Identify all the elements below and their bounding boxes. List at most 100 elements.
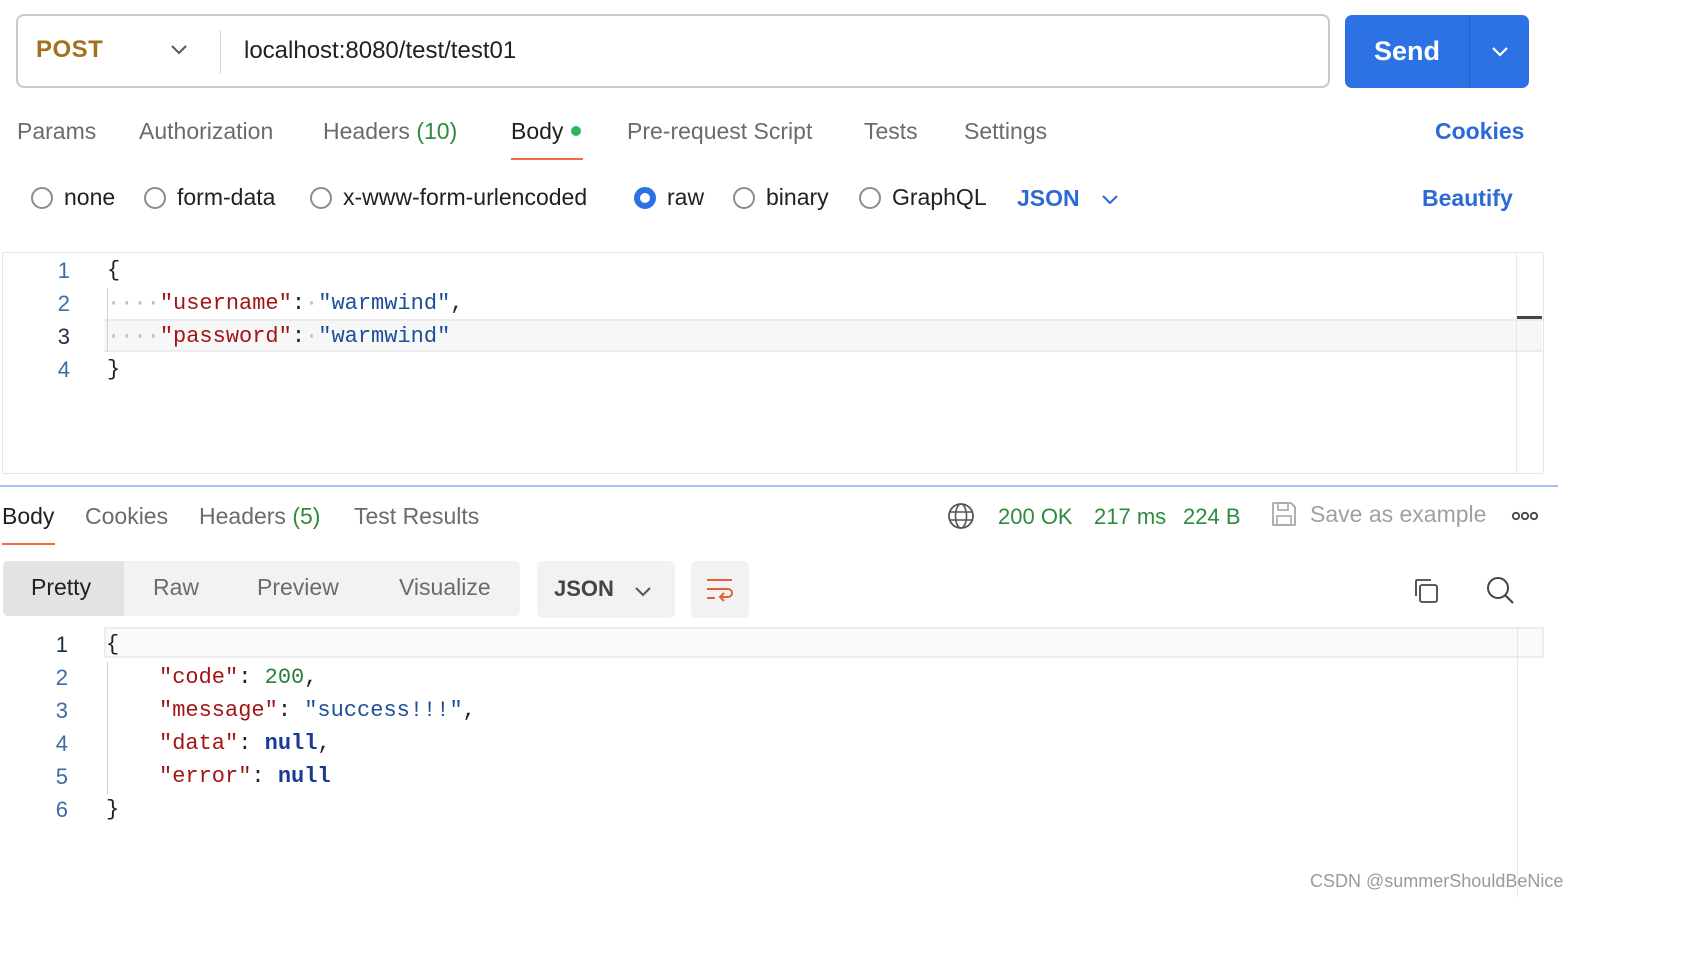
search-icon[interactable] bbox=[1484, 574, 1516, 606]
response-tab-test-results[interactable]: Test Results bbox=[354, 503, 479, 530]
radio-binary-label: binary bbox=[766, 184, 829, 210]
view-pretty[interactable]: Pretty bbox=[31, 574, 91, 601]
tab-settings[interactable]: Settings bbox=[964, 118, 1047, 145]
line-number: 3 bbox=[55, 698, 68, 723]
response-tab-cookies[interactable]: Cookies bbox=[85, 503, 168, 530]
globe-icon[interactable] bbox=[946, 501, 976, 531]
json-key: "error" bbox=[159, 764, 252, 789]
view-preview[interactable]: Preview bbox=[257, 574, 339, 601]
code-line-code: "code": 200, bbox=[159, 665, 318, 690]
view-raw[interactable]: Raw bbox=[153, 574, 199, 601]
indent-guide bbox=[107, 662, 108, 794]
radio-raw[interactable]: raw bbox=[634, 184, 704, 211]
json-string: "success!!!" bbox=[304, 698, 463, 723]
beautify-button[interactable]: Beautify bbox=[1422, 185, 1513, 212]
radio-urlencoded-label: x-www-form-urlencoded bbox=[343, 184, 588, 210]
code-brace-open: { bbox=[106, 632, 120, 657]
radio-form-data-label: form-data bbox=[177, 184, 276, 210]
tab-headers[interactable]: Headers (10) bbox=[323, 118, 457, 145]
radio-circle-icon bbox=[859, 186, 881, 209]
line-number: 5 bbox=[55, 764, 68, 789]
tab-authorization[interactable]: Authorization bbox=[139, 118, 273, 145]
headers-count: (10) bbox=[416, 118, 458, 144]
code-brace-open: { bbox=[107, 258, 121, 283]
line-number: 4 bbox=[55, 731, 68, 756]
line-number: 2 bbox=[57, 291, 70, 316]
status-code[interactable]: 200 OK bbox=[998, 504, 1073, 530]
cookies-link[interactable]: Cookies bbox=[1435, 118, 1524, 145]
code-line-username: ····"username":·"warmwind", bbox=[107, 291, 464, 316]
response-tab-headers[interactable]: Headers (5) bbox=[199, 503, 320, 530]
more-options-icon[interactable] bbox=[1511, 510, 1539, 522]
radio-selected-icon bbox=[634, 186, 656, 209]
tab-pre-request-script[interactable]: Pre-request Script bbox=[627, 118, 812, 145]
radio-graphql-label: GraphQL bbox=[892, 184, 987, 210]
json-key: "password" bbox=[159, 324, 292, 349]
body-format-select[interactable]: JSON bbox=[1017, 185, 1080, 212]
chevron-down-icon[interactable] bbox=[168, 38, 190, 60]
radio-raw-label: raw bbox=[667, 184, 705, 210]
code-brace-close: } bbox=[107, 357, 121, 382]
current-line-highlight bbox=[104, 627, 1544, 658]
json-string: "warmwind" bbox=[318, 291, 451, 316]
active-tab-indicator bbox=[511, 158, 583, 160]
json-key: "username" bbox=[159, 291, 292, 316]
json-key: "code" bbox=[159, 665, 239, 690]
code-line-message: "message": "success!!!", bbox=[159, 698, 476, 723]
editor-scrollbar[interactable] bbox=[1517, 627, 1518, 897]
radio-circle-icon bbox=[31, 186, 53, 209]
json-key: "message" bbox=[159, 698, 278, 723]
code-line-error: "error": null bbox=[159, 764, 331, 789]
tab-body[interactable]: Body bbox=[511, 118, 582, 145]
json-string: "warmwind" bbox=[318, 324, 451, 349]
line-number: 2 bbox=[55, 665, 68, 690]
tab-body-label: Body bbox=[511, 118, 564, 144]
response-size[interactable]: 224 B bbox=[1183, 504, 1241, 530]
copy-icon[interactable] bbox=[1411, 576, 1441, 606]
response-tab-headers-label: Headers bbox=[199, 503, 286, 529]
editor-scrollbar[interactable] bbox=[1516, 253, 1517, 473]
code-line-password: ····"password":·"warmwind" bbox=[107, 324, 451, 349]
watermark: CSDN @summerShouldBeNice bbox=[1310, 871, 1564, 891]
send-button-label: Send bbox=[1373, 36, 1440, 66]
response-tab-body[interactable]: Body bbox=[2, 503, 54, 530]
radio-urlencoded[interactable]: x-www-form-urlencoded bbox=[310, 184, 587, 211]
view-visualize[interactable]: Visualize bbox=[399, 574, 491, 601]
chevron-down-icon[interactable] bbox=[1099, 188, 1121, 210]
request-body-editor[interactable] bbox=[2, 252, 1544, 474]
chevron-down-icon[interactable] bbox=[632, 580, 654, 602]
active-tab-indicator bbox=[2, 543, 55, 545]
json-number: 200 bbox=[264, 665, 305, 690]
url-input[interactable] bbox=[244, 22, 1304, 80]
response-format-label: JSON bbox=[554, 576, 614, 601]
tab-headers-label: Headers bbox=[323, 118, 410, 144]
headers-count: (5) bbox=[292, 503, 321, 529]
scroll-position-marker bbox=[1517, 316, 1542, 319]
json-null: null bbox=[264, 731, 318, 756]
line-number: 3 bbox=[57, 324, 70, 349]
radio-none[interactable]: none bbox=[31, 184, 115, 211]
radio-graphql[interactable]: GraphQL bbox=[859, 184, 987, 211]
line-number: 4 bbox=[57, 357, 70, 382]
tab-params[interactable]: Params bbox=[17, 118, 96, 145]
radio-circle-icon bbox=[144, 186, 166, 209]
method-selector[interactable]: POST bbox=[36, 36, 103, 64]
radio-binary[interactable]: binary bbox=[733, 184, 829, 211]
radio-circle-icon bbox=[733, 186, 755, 209]
chevron-down-icon bbox=[1492, 47, 1508, 57]
response-time[interactable]: 217 ms bbox=[1094, 504, 1166, 530]
send-dropdown-button[interactable] bbox=[1470, 15, 1529, 88]
radio-none-label: none bbox=[64, 184, 116, 210]
wrap-lines-button[interactable] bbox=[691, 561, 749, 618]
save-as-example-button[interactable]: Save as example bbox=[1310, 501, 1486, 528]
radio-form-data[interactable]: form-data bbox=[144, 184, 275, 211]
wrap-lines-icon bbox=[707, 579, 733, 602]
code-line-data: "data": null, bbox=[159, 731, 331, 756]
tab-tests[interactable]: Tests bbox=[864, 118, 918, 145]
save-icon[interactable] bbox=[1270, 500, 1298, 528]
send-button[interactable]: Send bbox=[1345, 15, 1529, 88]
json-key: "data" bbox=[159, 731, 239, 756]
pane-divider[interactable] bbox=[0, 485, 1558, 487]
modified-dot-icon bbox=[571, 126, 582, 136]
line-number: 1 bbox=[57, 258, 70, 283]
